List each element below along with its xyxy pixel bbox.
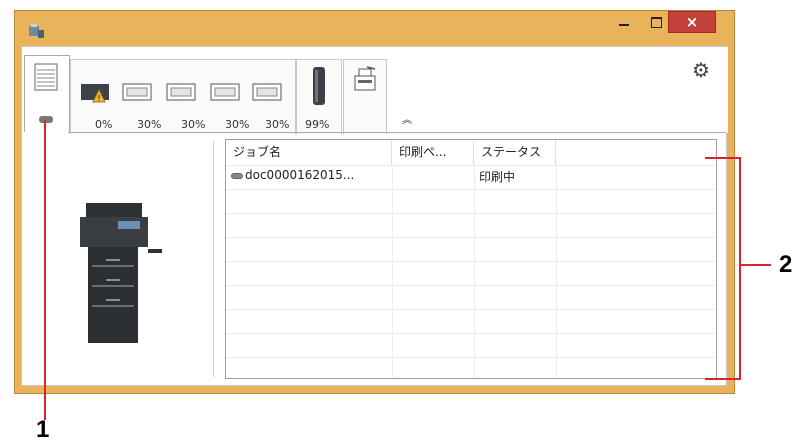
tray-icon [166,83,196,101]
tray-level-label: 30% [225,118,250,131]
table-row[interactable]: doc0000162015... [231,168,354,182]
column-header-job-name[interactable]: ジョブ名 [226,140,392,165]
tray-warning-icon: ! [81,84,109,103]
tray-level-label: 30% [137,118,162,131]
row-divider [226,213,716,214]
printer-preview-image [80,203,162,343]
status-toolbar: ! 0% 30% 30% 30% 30% 99% ︽ ⚙ [22,47,728,134]
minimize-icon [619,24,629,26]
tray-icon [122,83,152,101]
column-divider [474,165,475,378]
collapse-toolbar-button[interactable]: ︽ [402,111,412,126]
toner-level-label: 99% [305,118,330,131]
settings-gear-icon[interactable]: ⚙ [692,59,714,81]
maximize-icon [651,17,662,28]
fax-device-icon [354,66,376,91]
row-divider [226,165,716,166]
row-divider [226,285,716,286]
paper-stack-icon [34,63,58,91]
row-divider [226,261,716,262]
status-monitor-window: × ! 0% 30% 30% 30% 30% 99% ︽ ⚙ ジョブ名 印刷ペ.… [14,10,735,394]
row-divider [226,237,716,238]
fax-group[interactable] [343,59,387,134]
tray-level-label: 30% [265,118,290,131]
toolbar-divider [68,132,726,133]
document-icon [231,172,243,179]
row-divider [226,309,716,310]
callout-number-2: 2 [779,251,793,278]
callout-bracket-bottom [705,378,741,380]
job-name-cell: doc0000162015... [245,168,355,182]
app-printer-icon [29,24,44,38]
callout-line-1 [44,120,46,420]
job-indicator-icon [39,116,53,123]
client-area: ! 0% 30% 30% 30% 30% 99% ︽ ⚙ ジョブ名 印刷ペ...… [21,46,728,386]
job-status-cell: 印刷中 [479,170,516,184]
callout-bracket-vertical [739,157,741,380]
svg-text:!: ! [97,94,100,103]
title-bar[interactable]: × [15,11,734,47]
tray-level-label: 30% [181,118,206,131]
job-list-table[interactable]: ジョブ名 印刷ペ... ステータス doc0000162015... 印刷中 [225,139,717,379]
callout-bracket-top [705,157,741,159]
tray-icon [252,83,282,101]
row-divider [226,357,716,358]
tray-icon [210,83,240,101]
close-icon: × [685,13,699,31]
close-button[interactable]: × [668,11,716,33]
column-header-status[interactable]: ステータス [474,140,556,165]
callout-line-2 [741,264,771,266]
pane-divider[interactable] [213,141,214,377]
minimize-button[interactable] [608,11,640,33]
tab-job-list[interactable] [24,55,70,132]
tray-level-label: 0% [95,118,113,131]
toner-cartridge-icon [313,67,325,105]
paper-trays-group[interactable]: ! 0% 30% 30% 30% 30% [70,59,296,134]
column-divider [392,165,393,378]
column-divider [556,165,557,378]
row-divider [226,333,716,334]
column-header-pages[interactable]: 印刷ペ... [392,140,474,165]
row-divider [226,189,716,190]
toner-group[interactable]: 99% [296,59,342,134]
callout-number-1: 1 [36,416,50,443]
